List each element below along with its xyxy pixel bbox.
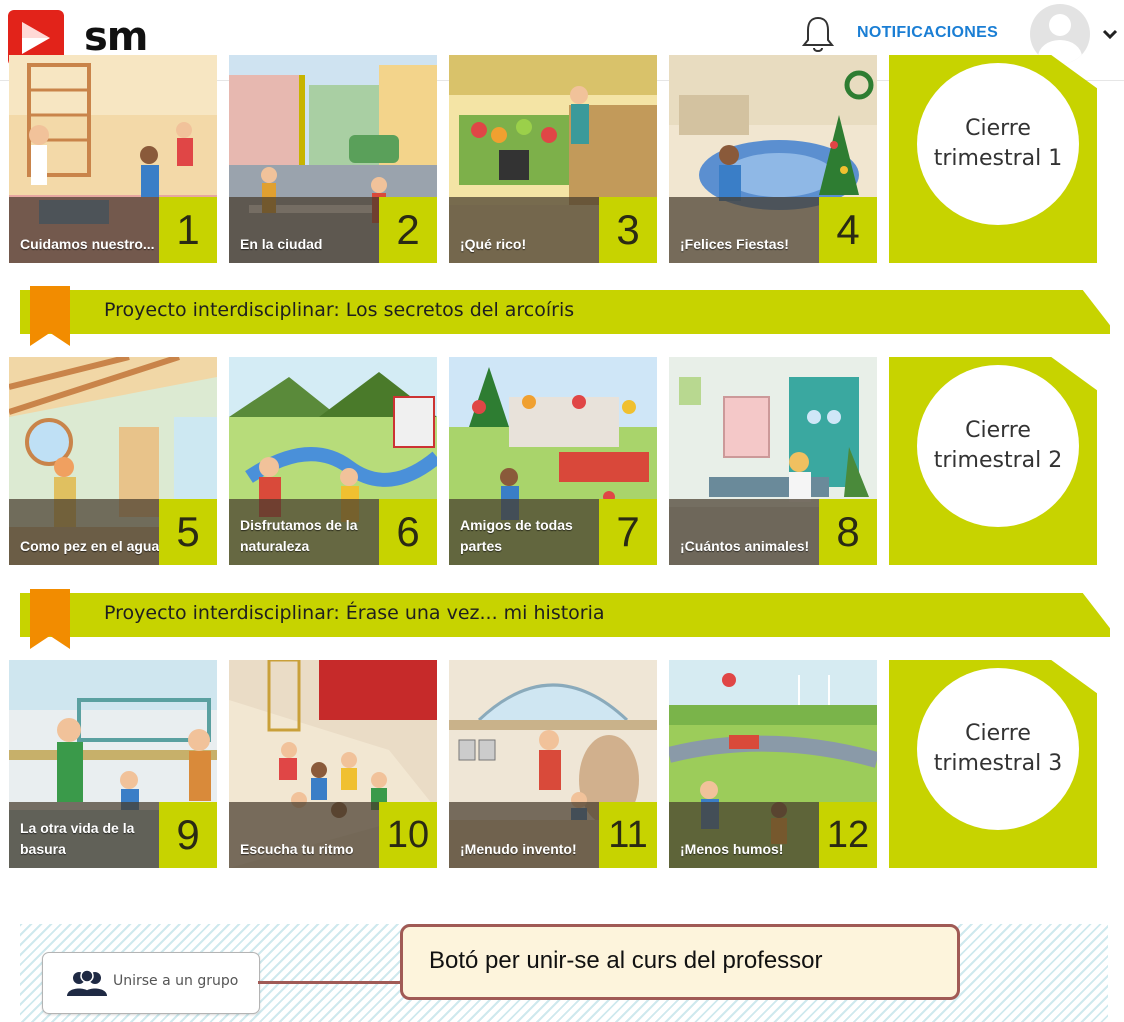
unit-card-8[interactable]: ¡Cuántos animales! 8 [669,357,877,565]
unit-card-7[interactable]: Amigos de todas partes 7 [449,357,657,565]
unit-title: Escucha tu ritmo [240,841,354,857]
unit-title: Disfrutamos de la naturaleza [240,517,358,554]
unit-number-box: 1 [159,197,217,263]
unit-number-box: 5 [159,499,217,565]
annotation-callout: Botó per unir-se al curs del professor [400,924,960,1000]
unit-number-box: 10 [379,802,437,868]
unit-number: 12 [826,813,870,856]
unit-card-2[interactable]: En la ciudad 2 [229,55,437,263]
callout-text: Botó per unir-se al curs del professor [429,947,823,974]
bell-icon[interactable] [800,14,836,54]
join-group-label: Unirse a un grupo [113,973,239,989]
unit-number: 5 [176,508,200,555]
cierre-circle: Cierre trimestral 3 [917,668,1079,830]
unit-card-10[interactable]: Escucha tu ritmo 10 [229,660,437,868]
cierre-tile-3[interactable]: Cierre trimestral 3 [889,660,1097,868]
project-label: Proyecto interdisciplinar: Los secretos … [104,299,575,321]
logo-text: sm [84,14,148,60]
unit-card-11[interactable]: ¡Menudo invento! 11 [449,660,657,868]
unit-number: 6 [396,508,420,555]
unit-number-box: 7 [599,499,657,565]
unit-number: 1 [176,206,200,253]
unit-number: 8 [836,508,860,555]
unit-card-3[interactable]: ¡Qué rico! 3 [449,55,657,263]
unit-card-4[interactable]: ¡Felices Fiestas! 4 [669,55,877,263]
unit-number-box: 4 [819,197,877,263]
project-bar-1[interactable]: Proyecto interdisciplinar: Los secretos … [20,290,1110,334]
unit-number-box: 9 [159,802,217,868]
unit-card-12[interactable]: ¡Menos humos! 12 [669,660,877,868]
unit-title: ¡Menudo invento! [460,841,577,857]
group-icon [67,970,107,996]
cierre-tile-2[interactable]: Cierre trimestral 2 [889,357,1097,565]
unit-number-box: 11 [599,802,657,868]
unit-title: ¡Felices Fiestas! [680,236,789,252]
unit-title: ¡Cuántos animales! [680,538,810,554]
notifications-link[interactable]: NOTIFICACIONES [857,24,998,42]
unit-title: En la ciudad [240,236,323,252]
unit-title: ¡Menos humos! [680,841,784,857]
unit-number-box: 6 [379,499,437,565]
unit-title: Cuidamos nuestro... [20,236,155,252]
unit-number: 4 [836,206,860,253]
cierre-label: Cierre trimestral 2 [933,418,1063,473]
unit-number: 7 [616,508,640,555]
unit-card-6[interactable]: Disfrutamos de la naturaleza 6 [229,357,437,565]
unit-card-5[interactable]: Como pez en el agua 5 [9,357,217,565]
unit-number: 2 [396,206,420,253]
unit-number-box: 2 [379,197,437,263]
unit-title: ¡Qué rico! [460,236,527,252]
avatar-head [1049,14,1071,36]
cierre-label: Cierre trimestral 1 [933,116,1063,171]
chevron-down-icon[interactable] [1100,24,1120,44]
cierre-circle: Cierre trimestral 2 [917,365,1079,527]
callout-connector [258,981,402,984]
cierre-circle: Cierre trimestral 1 [917,63,1079,225]
join-group-button[interactable]: Unirse a un grupo [42,952,260,1014]
project-label: Proyecto interdisciplinar: Érase una vez… [104,602,605,624]
unit-card-9[interactable]: La otra vida de la basura 9 [9,660,217,868]
unit-title: Amigos de todas partes [460,517,573,554]
cierre-tile-1[interactable]: Cierre trimestral 1 [889,55,1097,263]
unit-number: 11 [608,813,648,856]
unit-number: 9 [176,811,200,858]
project-bar-2[interactable]: Proyecto interdisciplinar: Érase una vez… [20,593,1110,637]
unit-number-box: 3 [599,197,657,263]
unit-title: La otra vida de la basura [20,820,135,857]
unit-number: 10 [386,813,430,856]
bookmark-icon [30,589,70,649]
cierre-label: Cierre trimestral 3 [933,721,1063,776]
unit-number: 3 [616,206,640,253]
unit-card-1[interactable]: Cuidamos nuestro... 1 [9,55,217,263]
unit-title: Como pez en el agua [20,538,160,554]
unit-number-box: 8 [819,499,877,565]
unit-number-box: 12 [819,802,877,868]
bookmark-icon [30,286,70,346]
